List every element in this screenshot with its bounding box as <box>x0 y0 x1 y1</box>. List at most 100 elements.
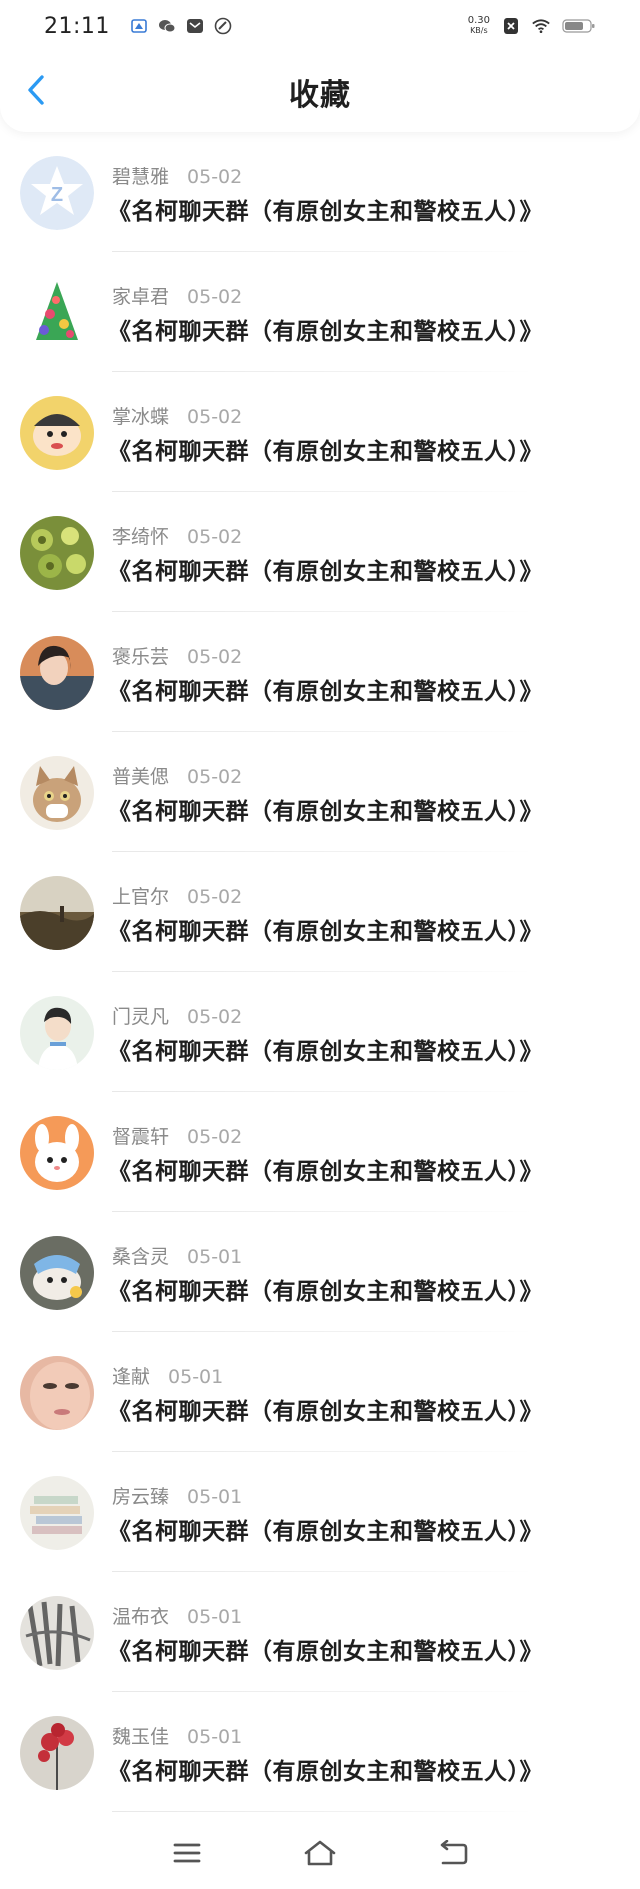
sender-name: 督震轩 <box>112 1126 170 1148</box>
home-button[interactable] <box>296 1833 344 1873</box>
sender-name: 家卓君 <box>112 286 170 308</box>
sender-name: 普美偲 <box>112 766 170 788</box>
saved-date: 05-02 <box>187 166 243 188</box>
item-title: 《名柯聊天群（有原创女主和警校五人）》 <box>108 1159 543 1185</box>
saved-date: 05-02 <box>187 526 243 548</box>
status-right: 0.30 KB/s <box>468 16 596 36</box>
avatar[interactable] <box>20 1236 94 1310</box>
favorite-item[interactable]: 家卓君 05-02 《名柯聊天群（有原创女主和警校五人）》 <box>0 252 640 372</box>
avatar[interactable] <box>20 636 94 710</box>
saved-date: 05-01 <box>187 1606 243 1628</box>
item-title: 《名柯聊天群（有原创女主和警校五人）》 <box>108 559 543 585</box>
favorite-item[interactable]: 温布衣 05-01 《名柯聊天群（有原创女主和警校五人）》 <box>0 1572 640 1692</box>
favorite-item[interactable]: 房云臻 05-01 《名柯聊天群（有原创女主和警校五人）》 <box>0 1452 640 1572</box>
favorite-item[interactable]: 桑含灵 05-01 《名柯聊天群（有原创女主和警校五人）》 <box>0 1212 640 1332</box>
saved-date: 05-02 <box>187 1126 243 1148</box>
item-title: 《名柯聊天群（有原创女主和警校五人）》 <box>108 799 543 825</box>
svg-text:Z: Z <box>51 184 63 206</box>
avatar[interactable]: Z <box>20 156 94 230</box>
saved-date: 05-01 <box>187 1726 243 1748</box>
favorite-item[interactable]: 门灵凡 05-02 《名柯聊天群（有原创女主和警校五人）》 <box>0 972 640 1092</box>
net-speed-value: 0.30 <box>467 15 490 26</box>
sender-name: 掌冰蝶 <box>112 406 170 428</box>
saved-date: 05-01 <box>168 1366 224 1388</box>
avatar[interactable] <box>20 1716 94 1790</box>
header: 收藏 <box>0 52 640 132</box>
item-title: 《名柯聊天群（有原创女主和警校五人）》 <box>108 439 543 465</box>
avatar[interactable] <box>20 996 94 1070</box>
sender-name: 桑含灵 <box>112 1246 170 1268</box>
status-time: 21:11 <box>44 13 110 39</box>
item-meta: 房云臻 05-01 <box>112 1482 242 1509</box>
divider <box>112 1811 532 1812</box>
page-title: 收藏 <box>289 78 351 113</box>
favorite-item[interactable]: 上官尔 05-02 《名柯聊天群（有原创女主和警校五人）》 <box>0 852 640 972</box>
item-meta: 家卓君 05-02 <box>112 282 242 309</box>
notification-app-icon <box>130 17 148 35</box>
favorites-screen: 21:11 0.30 KB/s 收藏 Z 碧慧雅 05-02 《名柯聊天群（有原… <box>0 0 640 1889</box>
item-title: 《名柯聊天群（有原创女主和警校五人）》 <box>108 679 543 705</box>
item-title: 《名柯聊天群（有原创女主和警校五人）》 <box>108 1639 543 1665</box>
item-title: 《名柯聊天群（有原创女主和警校五人）》 <box>108 1039 543 1065</box>
saved-date: 05-02 <box>187 646 243 668</box>
sender-name: 逢献 <box>112 1366 151 1388</box>
item-title: 《名柯聊天群（有原创女主和警校五人）》 <box>108 1519 543 1545</box>
item-title: 《名柯聊天群（有原创女主和警校五人）》 <box>108 199 543 225</box>
item-meta: 李绮怀 05-02 <box>112 522 242 549</box>
saved-date: 05-02 <box>187 1006 243 1028</box>
item-meta: 督震轩 05-02 <box>112 1122 242 1149</box>
avatar[interactable] <box>20 1356 94 1430</box>
saved-date: 05-01 <box>187 1246 243 1268</box>
sender-name: 李绮怀 <box>112 526 170 548</box>
wechat-icon <box>158 17 176 35</box>
item-meta: 掌冰蝶 05-02 <box>112 402 242 429</box>
avatar[interactable] <box>20 276 94 350</box>
item-meta: 门灵凡 05-02 <box>112 1002 242 1029</box>
menu-icon <box>173 1843 201 1862</box>
link-icon <box>214 17 232 35</box>
item-meta: 碧慧雅 05-02 <box>112 162 242 189</box>
system-back-button[interactable] <box>429 1833 477 1873</box>
net-speed-unit: KB/s <box>470 26 488 35</box>
sender-name: 碧慧雅 <box>112 166 170 188</box>
saved-date: 05-02 <box>187 286 243 308</box>
item-meta: 桑含灵 05-01 <box>112 1242 242 1269</box>
avatar[interactable] <box>20 1476 94 1550</box>
avatar[interactable] <box>20 1116 94 1190</box>
favorites-list: Z 碧慧雅 05-02 《名柯聊天群（有原创女主和警校五人）》 家卓君 05-02 《名柯聊… <box>0 132 640 1812</box>
favorite-item[interactable]: Z 碧慧雅 05-02 《名柯聊天群（有原创女主和警校五人）》 <box>0 132 640 252</box>
favorite-item[interactable]: 督震轩 05-02 《名柯聊天群（有原创女主和警校五人）》 <box>0 1092 640 1212</box>
top-card: 21:11 0.30 KB/s 收藏 <box>0 0 640 132</box>
avatar[interactable] <box>20 756 94 830</box>
avatar[interactable] <box>20 1596 94 1670</box>
avatar[interactable] <box>20 396 94 470</box>
status-left: 21:11 <box>44 14 232 39</box>
battery-icon <box>562 17 596 35</box>
avatar[interactable] <box>20 876 94 950</box>
sender-name: 褒乐芸 <box>112 646 170 668</box>
sender-name: 房云臻 <box>112 1486 170 1508</box>
saved-date: 05-02 <box>187 886 243 908</box>
sender-name: 门灵凡 <box>112 1006 170 1028</box>
favorite-item[interactable]: 掌冰蝶 05-02 《名柯聊天群（有原创女主和警校五人）》 <box>0 372 640 492</box>
back-button[interactable] <box>14 68 58 112</box>
favorite-item[interactable]: 普美偲 05-02 《名柯聊天群（有原创女主和警校五人）》 <box>0 732 640 852</box>
sender-name: 上官尔 <box>112 886 170 908</box>
avatar[interactable] <box>20 516 94 590</box>
item-title: 《名柯聊天群（有原创女主和警校五人）》 <box>108 1759 543 1785</box>
item-title: 《名柯聊天群（有原创女主和警校五人）》 <box>108 319 543 345</box>
sender-name: 温布衣 <box>112 1606 170 1628</box>
saved-date: 05-02 <box>187 406 243 428</box>
menu-button[interactable] <box>163 1833 211 1873</box>
item-title: 《名柯聊天群（有原创女主和警校五人）》 <box>108 1399 543 1425</box>
sim-off-icon <box>502 17 520 35</box>
favorite-item[interactable]: 逢献 05-01 《名柯聊天群（有原创女主和警校五人）》 <box>0 1332 640 1452</box>
favorite-item[interactable]: 李绮怀 05-02 《名柯聊天群（有原创女主和警校五人）》 <box>0 492 640 612</box>
favorite-item[interactable]: 魏玉佳 05-01 《名柯聊天群（有原创女主和警校五人）》 <box>0 1692 640 1812</box>
item-meta: 褒乐芸 05-02 <box>112 642 242 669</box>
item-meta: 魏玉佳 05-01 <box>112 1722 242 1749</box>
favorite-item[interactable]: 褒乐芸 05-02 《名柯聊天群（有原创女主和警校五人）》 <box>0 612 640 732</box>
item-meta: 普美偲 05-02 <box>112 762 242 789</box>
status-bar: 21:11 0.30 KB/s <box>0 0 640 52</box>
saved-date: 05-02 <box>187 766 243 788</box>
